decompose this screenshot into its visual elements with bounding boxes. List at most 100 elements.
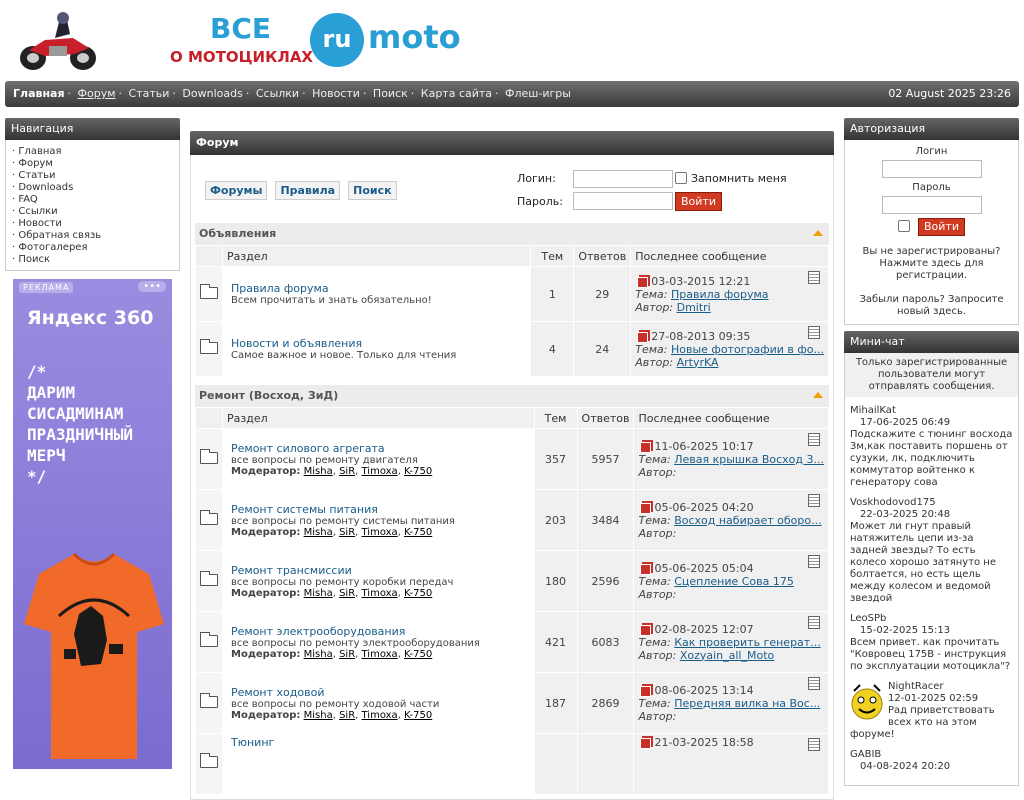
topnav-flash-games[interactable]: Флеш-игры [505,87,571,100]
forum-link[interactable]: Новости и объявления [231,337,522,350]
topnav-news[interactable]: Новости [312,87,360,100]
folder-icon [200,448,218,464]
site-logo[interactable]: ВСЕ О МОТОЦИКЛАХ ru moto [170,10,480,70]
auth-box-title: Авторизация [844,118,1019,140]
last-post-date: 03-03-2015 12:21 [635,275,824,288]
last-post-author-link[interactable]: ArtyrKA [677,356,719,369]
category-header[interactable]: Объявления [195,223,829,245]
folder-icon [200,338,218,354]
nav-item-search[interactable]: · Поиск [12,254,179,266]
remember-me[interactable]: Запомнить меня [675,172,805,185]
topnav-articles[interactable]: Статьи [129,87,170,100]
password-input[interactable] [573,192,673,210]
nav-item-faq[interactable]: · FAQ [12,194,179,206]
forum-title: Форум [190,131,834,155]
nav-item-forum[interactable]: · Форум [12,158,179,170]
forum-login-button[interactable]: Войти [675,191,722,211]
chat-message: LeoSPb 15-02-2025 15:13 Всем привет. как… [850,613,1013,673]
forum-login-form: Логин: Запомнить меня Пароль: Войти [517,169,805,211]
forum-table: Раздел Тем Ответов Последнее сообщение Р… [195,407,829,795]
ad-tag: РЕКЛАМА [19,282,74,293]
motorcycle-logo-icon[interactable] [15,10,100,72]
col-topics: Тем [534,408,577,428]
forgot-password-link[interactable]: Забыли пароль? Запросите новый здесь. [849,294,1014,318]
last-post-author-link[interactable]: Xozyain_all_Moto [680,649,774,662]
nav-item-news[interactable]: · Новости [12,218,179,230]
topnav-downloads[interactable]: Downloads [182,87,242,100]
last-post: 03-03-2015 12:21 Тема: Правила форума Ав… [631,267,828,321]
ad-menu-icon[interactable]: ••• [138,281,166,292]
login-input[interactable] [573,169,673,188]
nav-item-articles[interactable]: · Статьи [12,170,179,182]
last-post-topic-link[interactable]: Передняя вилка на Вос... [674,697,820,710]
collapse-arrow-icon[interactable] [813,230,823,236]
chat-text: Подскажите с тюнинг восхода 3м,как поста… [850,429,1013,488]
forum-link[interactable]: Тюнинг [231,736,526,749]
last-post-topic-link[interactable]: Новые фотографии в фо... [671,343,824,356]
sidebar-remember-checkbox[interactable] [898,220,910,232]
forums-button[interactable]: Форумы [205,180,268,200]
last-post-topic-link[interactable]: Как проверить генерат... [674,636,821,649]
advertisement-banner[interactable]: РЕКЛАМА ••• Яндекс 360 /* ДАРИМ СИСАДМИН… [13,279,172,769]
document-icon[interactable] [808,738,820,751]
sidebar-login-input[interactable] [881,160,982,178]
nav-item-feedback[interactable]: · Обратная связь [12,230,179,242]
last-post-topic-link[interactable]: Восход набирает оборо... [674,514,821,527]
last-post-topic-link[interactable]: Сцепление Сова 175 [674,575,794,588]
chat-author[interactable]: LeoSPb [850,613,1013,625]
nav-item-links[interactable]: · Ссылки [12,206,179,218]
topnav-forum[interactable]: Форум [78,87,116,100]
last-post-author-link[interactable]: Dmitri [677,301,711,314]
topic-count: 421 [534,612,577,672]
nav-item-downloads[interactable]: · Downloads [12,182,179,194]
nav-item-home[interactable]: · Главная [12,146,179,158]
forum-link[interactable]: Ремонт силового агрегата [231,442,526,455]
reply-count [577,734,634,794]
chat-box-title: Мини-чат [844,331,1019,353]
forum-link[interactable]: Ремонт системы питания [231,503,526,516]
site-header: ВСЕ О МОТОЦИКЛАХ ru moto [0,0,1024,80]
folder-icon [200,570,218,586]
chat-text: Может ли гнут правый натяжитель цепи из-… [850,521,997,604]
table-row: Новости и объявления Самое важное и новое… [196,322,828,376]
register-link[interactable]: Вы не зарегистрированы? Нажмите здесь дл… [849,246,1014,282]
topic-count: 180 [534,551,577,611]
topnav-search[interactable]: Поиск [373,87,408,100]
rules-button[interactable]: Правила [275,180,341,200]
main-content: Форум Форумы Правила Поиск Логин: Запомн… [190,131,834,800]
forum-link[interactable]: Правила форума [231,282,522,295]
logo-line2: О МОТОЦИКЛАХ [170,48,313,66]
document-icon[interactable] [808,326,820,339]
topic-count: 203 [534,490,577,550]
reply-count: 24 [574,322,631,376]
reply-count: 29 [574,267,631,321]
table-row: Тюнинг 21-03-2025 18:58 [196,734,828,794]
category-header[interactable]: Ремонт (Восход, ЗиД) [195,385,829,407]
document-icon[interactable] [808,494,820,507]
search-button[interactable]: Поиск [348,180,397,200]
topnav-sitemap[interactable]: Карта сайта [421,87,492,100]
document-icon[interactable] [808,271,820,284]
topnav-links[interactable]: Ссылки [256,87,299,100]
last-post: 05-06-2025 05:04 Тема: Сцепление Сова 17… [634,551,828,611]
chat-author[interactable]: MihailKat [850,405,1013,417]
nav-item-gallery[interactable]: · Фотогалерея [12,242,179,254]
topnav-home[interactable]: Главная [13,87,65,100]
remember-checkbox[interactable] [675,172,687,184]
folder-icon [200,509,218,525]
chat-author[interactable]: GABIB [850,749,1013,761]
collapse-arrow-icon[interactable] [813,392,823,398]
last-post: 05-06-2025 04:20 Тема: Восход набирает о… [634,490,828,550]
last-post-topic-link[interactable]: Правила форума [671,288,769,301]
document-icon[interactable] [808,555,820,568]
sidebar-login-button[interactable]: Войти [918,218,965,236]
forum-link[interactable]: Ремонт трансмиссии [231,564,526,577]
forum-link[interactable]: Ремонт электрооборудования [231,625,526,638]
last-post-topic-link[interactable]: Левая крышка Восход 3... [674,453,824,466]
forum-link[interactable]: Ремонт ходовой [231,686,526,699]
chat-author[interactable]: Voskhodovod175 [850,497,1013,509]
document-icon[interactable] [808,677,820,690]
sidebar-password-input[interactable] [881,196,982,214]
document-icon[interactable] [808,433,820,446]
document-icon[interactable] [808,616,820,629]
